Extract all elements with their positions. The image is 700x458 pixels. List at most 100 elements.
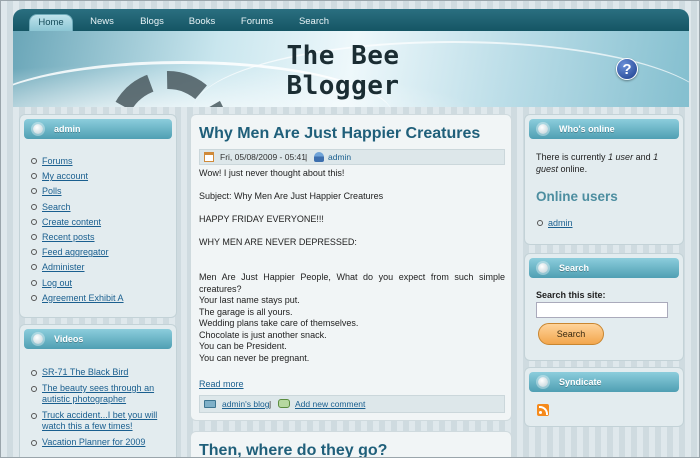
search-block-header: Search (529, 258, 679, 278)
menu-link-polls[interactable]: Polls (42, 186, 62, 196)
syndicate-block-header: Syndicate (529, 372, 679, 392)
comment-icon (278, 399, 290, 408)
bullet-icon (33, 334, 43, 344)
top-navigation: Home News Blogs Books Forums Search (13, 9, 689, 31)
user-icon (314, 152, 324, 162)
menu-link-log-out[interactable]: Log out (42, 278, 72, 288)
admin-menu: Forums My account Polls Search Create co… (30, 155, 170, 307)
post-paragraph: Subject: Why Men Are Just Happier Creatu… (199, 191, 384, 201)
video-link[interactable]: Vacation Planner for 2009 (42, 437, 145, 447)
post-paragraph: WHY MEN ARE NEVER DEPRESSED: (199, 237, 357, 247)
videos-block-title: Videos (54, 334, 84, 344)
bullet-icon (538, 124, 548, 134)
add-comment-link[interactable]: Add new comment (295, 396, 365, 412)
videos-block-header: Videos (24, 329, 172, 349)
online-status: There is currently 1 user and 1 guest on… (536, 151, 676, 175)
menu-link-my-account[interactable]: My account (42, 171, 88, 181)
tab-books[interactable]: Books (185, 14, 219, 31)
menu-item-feed-aggregator: Feed aggregator (30, 246, 170, 261)
menu-link-forums[interactable]: Forums (42, 156, 73, 166)
links-separator: | (269, 399, 272, 409)
post-line: Your last name stays put. (199, 295, 300, 305)
post-node: Then, where do they go? (190, 431, 512, 457)
online-user-count: 1 user (608, 152, 634, 162)
video-item: Vacation Planner for 2009 (30, 437, 170, 448)
tab-forums[interactable]: Forums (237, 14, 277, 31)
syndicate-block: Syndicate (524, 367, 684, 427)
search-block: Search Search this site: Search (524, 253, 684, 361)
page-frame: Home News Blogs Books Forums Search The … (0, 0, 700, 458)
post-links: admin's blog | Add new comment (199, 395, 505, 413)
video-link[interactable]: SR-71 The Black Bird (42, 367, 128, 377)
bullet-icon (33, 124, 43, 134)
whos-online-block: Who's online There is currently 1 user a… (524, 114, 684, 245)
menu-item-administer: Administer (30, 261, 170, 276)
admin-block-header: admin (24, 119, 172, 139)
menu-item-forums: Forums (30, 155, 170, 170)
folder-icon (204, 400, 216, 408)
site-header: The Bee Blogger ? (13, 31, 689, 107)
blog-link[interactable]: admin's blog (222, 396, 269, 412)
menu-item-recent-posts: Recent posts (30, 231, 170, 246)
menu-item-agreement: Agreement Exhibit A (30, 292, 170, 307)
menu-item-search: Search (30, 201, 170, 216)
post-author-link[interactable]: admin (328, 150, 351, 164)
tab-news[interactable]: News (85, 14, 119, 31)
menu-link-search[interactable]: Search (42, 202, 71, 212)
whos-online-title: Who's online (559, 124, 615, 134)
online-users-heading: Online users (536, 189, 618, 204)
post-line: Chocolate is just another snack. (199, 329, 327, 340)
bullet-icon (538, 263, 548, 273)
search-button[interactable]: Search (538, 323, 604, 345)
online-status-prefix: There is currently (536, 152, 606, 162)
online-suffix: online. (560, 164, 588, 174)
menu-link-agreement[interactable]: Agreement Exhibit A (42, 293, 124, 303)
menu-link-create-content[interactable]: Create content (42, 217, 101, 227)
menu-item-create-content: Create content (30, 216, 170, 231)
rss-feed-icon[interactable] (537, 404, 549, 416)
post-title[interactable]: Then, where do they go? (199, 442, 509, 457)
meta-separator: | (305, 152, 308, 162)
admin-block-title: admin (54, 124, 81, 134)
search-label: Search this site: (536, 290, 606, 300)
post-line: The garage is all yours. (199, 306, 293, 317)
video-link[interactable]: The beauty sees through an autistic phot… (42, 383, 154, 404)
tab-search[interactable]: Search (295, 14, 333, 31)
post-line: You can be President. (199, 341, 287, 351)
video-link[interactable]: Truck accident...I bet you will watch th… (42, 410, 157, 431)
tab-home[interactable]: Home (29, 14, 73, 31)
post-title[interactable]: Why Men Are Just Happier Creatures (199, 125, 509, 143)
whos-online-header: Who's online (529, 119, 679, 139)
post-meta: Fri, 05/08/2009 - 05:41 | admin (199, 149, 505, 165)
video-item: Truck accident...I bet you will watch th… (30, 410, 170, 432)
online-users-list: admin (536, 217, 676, 232)
menu-link-feed-aggregator[interactable]: Feed aggregator (42, 247, 109, 257)
post-date: Fri, 05/08/2009 - 05:41 (220, 152, 307, 162)
post-node: Why Men Are Just Happier Creatures Fri, … (190, 114, 512, 421)
help-icon[interactable]: ? (616, 58, 638, 80)
bullet-icon (538, 377, 548, 387)
search-input[interactable] (536, 302, 668, 318)
calendar-icon (204, 152, 214, 162)
online-and: and (635, 152, 651, 162)
online-user-link[interactable]: admin (548, 218, 573, 228)
menu-link-administer[interactable]: Administer (42, 262, 85, 272)
video-item: The beauty sees through an autistic phot… (30, 383, 170, 405)
menu-item-my-account: My account (30, 170, 170, 185)
online-user-item: admin (536, 217, 676, 232)
post-body: Wow! I just never thought about this! Su… (199, 168, 505, 364)
admin-block: admin Forums My account Polls Search Cre… (19, 114, 177, 318)
menu-item-log-out: Log out (30, 277, 170, 292)
tab-blogs[interactable]: Blogs (135, 14, 169, 31)
read-more-link[interactable]: Read more (199, 379, 244, 389)
post-line: Men Are Just Happier People, What do you… (199, 272, 505, 294)
video-item: SR-71 The Black Bird (30, 367, 170, 378)
syndicate-block-title: Syndicate (559, 377, 602, 387)
videos-block: Videos SR-71 The Black Bird The beauty s… (19, 324, 177, 457)
menu-item-polls: Polls (30, 185, 170, 200)
post-paragraph: Wow! I just never thought about this! (199, 168, 345, 178)
videos-list: SR-71 The Black Bird The beauty sees thr… (30, 367, 170, 453)
menu-link-recent-posts[interactable]: Recent posts (42, 232, 95, 242)
site-title[interactable]: The Bee Blogger (223, 41, 463, 101)
search-block-title: Search (559, 263, 590, 273)
